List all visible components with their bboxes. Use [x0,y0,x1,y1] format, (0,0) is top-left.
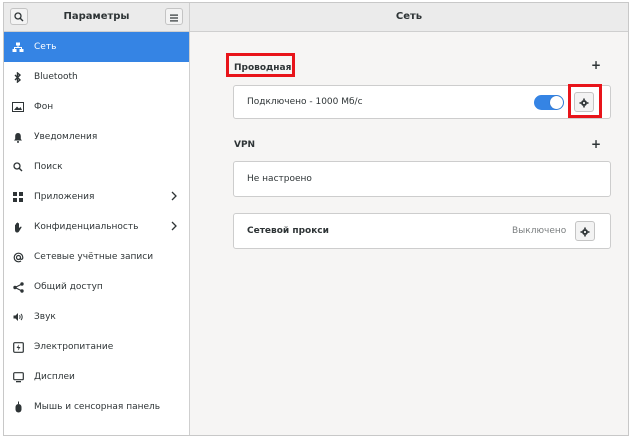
speaker-icon [12,311,24,323]
sidebar-item-sharing[interactable]: Общий доступ [4,272,189,302]
sidebar-item-search[interactable]: Поиск [4,152,189,182]
vpn-card: Не настроено [233,161,611,197]
display-icon [12,371,24,383]
wired-status-text: Подключено - 1000 Мб/с [247,97,363,107]
proxy-title: Сетевой прокси [247,226,329,236]
bell-icon [12,131,24,143]
power-icon [12,341,24,353]
sidebar-item-displays[interactable]: Дисплеи [4,362,189,392]
search-button[interactable] [10,8,28,25]
sidebar-item-label: Поиск [34,162,63,172]
hand-icon [12,221,24,233]
vpn-status-text: Не настроено [247,174,312,184]
sidebar-item-label: Мышь и сенсорная панель [34,402,161,412]
sidebar-item-label: Приложения [34,192,95,202]
proxy-settings-button[interactable] [575,221,595,241]
sidebar-item-label: Сеть [34,42,57,52]
settings-window: Параметры Сеть Сеть Bluetooth Фон Уведом… [3,2,629,436]
at-icon [12,251,24,263]
sidebar-item-power[interactable]: Электропитание [4,332,189,362]
sidebar-item-online-accounts[interactable]: Сетевые учётные записи [4,242,189,272]
highlight-frame-wired-title [226,53,295,77]
wired-toggle-switch[interactable] [534,95,564,110]
chevron-right-icon [171,221,177,234]
apps-grid-icon [12,191,24,203]
sidebar-title: Параметры [63,11,130,22]
sidebar-header: Параметры [4,3,190,32]
search-icon [14,7,24,26]
sidebar-item-sound[interactable]: Звук [4,302,189,332]
content-header: Сеть [190,3,628,32]
add-vpn-button[interactable]: + [591,137,601,151]
sidebar-item-label: Уведомления [34,132,98,142]
add-wired-button[interactable]: + [591,58,601,72]
background-icon [12,101,24,113]
sidebar-item-privacy[interactable]: Конфиденциальность [4,212,189,242]
sidebar-item-mouse-touchpad[interactable]: Мышь и сенсорная панель [4,392,189,422]
sidebar-item-label: Звук [34,312,56,322]
sidebar-item-applications[interactable]: Приложения [4,182,189,212]
sidebar-item-network[interactable]: Сеть [4,32,189,62]
sidebar-item-notifications[interactable]: Уведомления [4,122,189,152]
sidebar-item-label: Bluetooth [34,72,78,82]
share-icon [12,281,24,293]
hamburger-menu-icon [169,7,179,26]
proxy-card[interactable]: Сетевой прокси Выключено [233,213,611,249]
sidebar-item-label: Конфиденциальность [34,222,139,232]
wired-connection-card: Подключено - 1000 Мб/с [233,85,611,119]
sidebar: Сеть Bluetooth Фон Уведомления Поиск При… [4,32,190,435]
search-icon [12,161,24,173]
sidebar-item-label: Электропитание [34,342,114,352]
sidebar-item-label: Фон [34,102,54,112]
highlight-frame-settings-button [568,84,602,118]
network-icon [12,41,24,53]
proxy-status-text: Выключено [512,226,567,236]
sidebar-item-label: Сетевые учётные записи [34,252,154,262]
toggle-knob [550,96,563,109]
sidebar-item-background[interactable]: Фон [4,92,189,122]
bluetooth-icon [12,71,24,83]
chevron-right-icon [171,191,177,204]
sidebar-item-label: Дисплеи [34,372,75,382]
mouse-icon [12,401,24,413]
page-title: Сеть [395,11,423,22]
gear-icon [580,222,590,241]
sidebar-item-label: Общий доступ [34,282,103,292]
vpn-section-title: VPN [234,140,256,150]
sidebar-item-bluetooth[interactable]: Bluetooth [4,62,189,92]
menu-button[interactable] [165,8,183,25]
